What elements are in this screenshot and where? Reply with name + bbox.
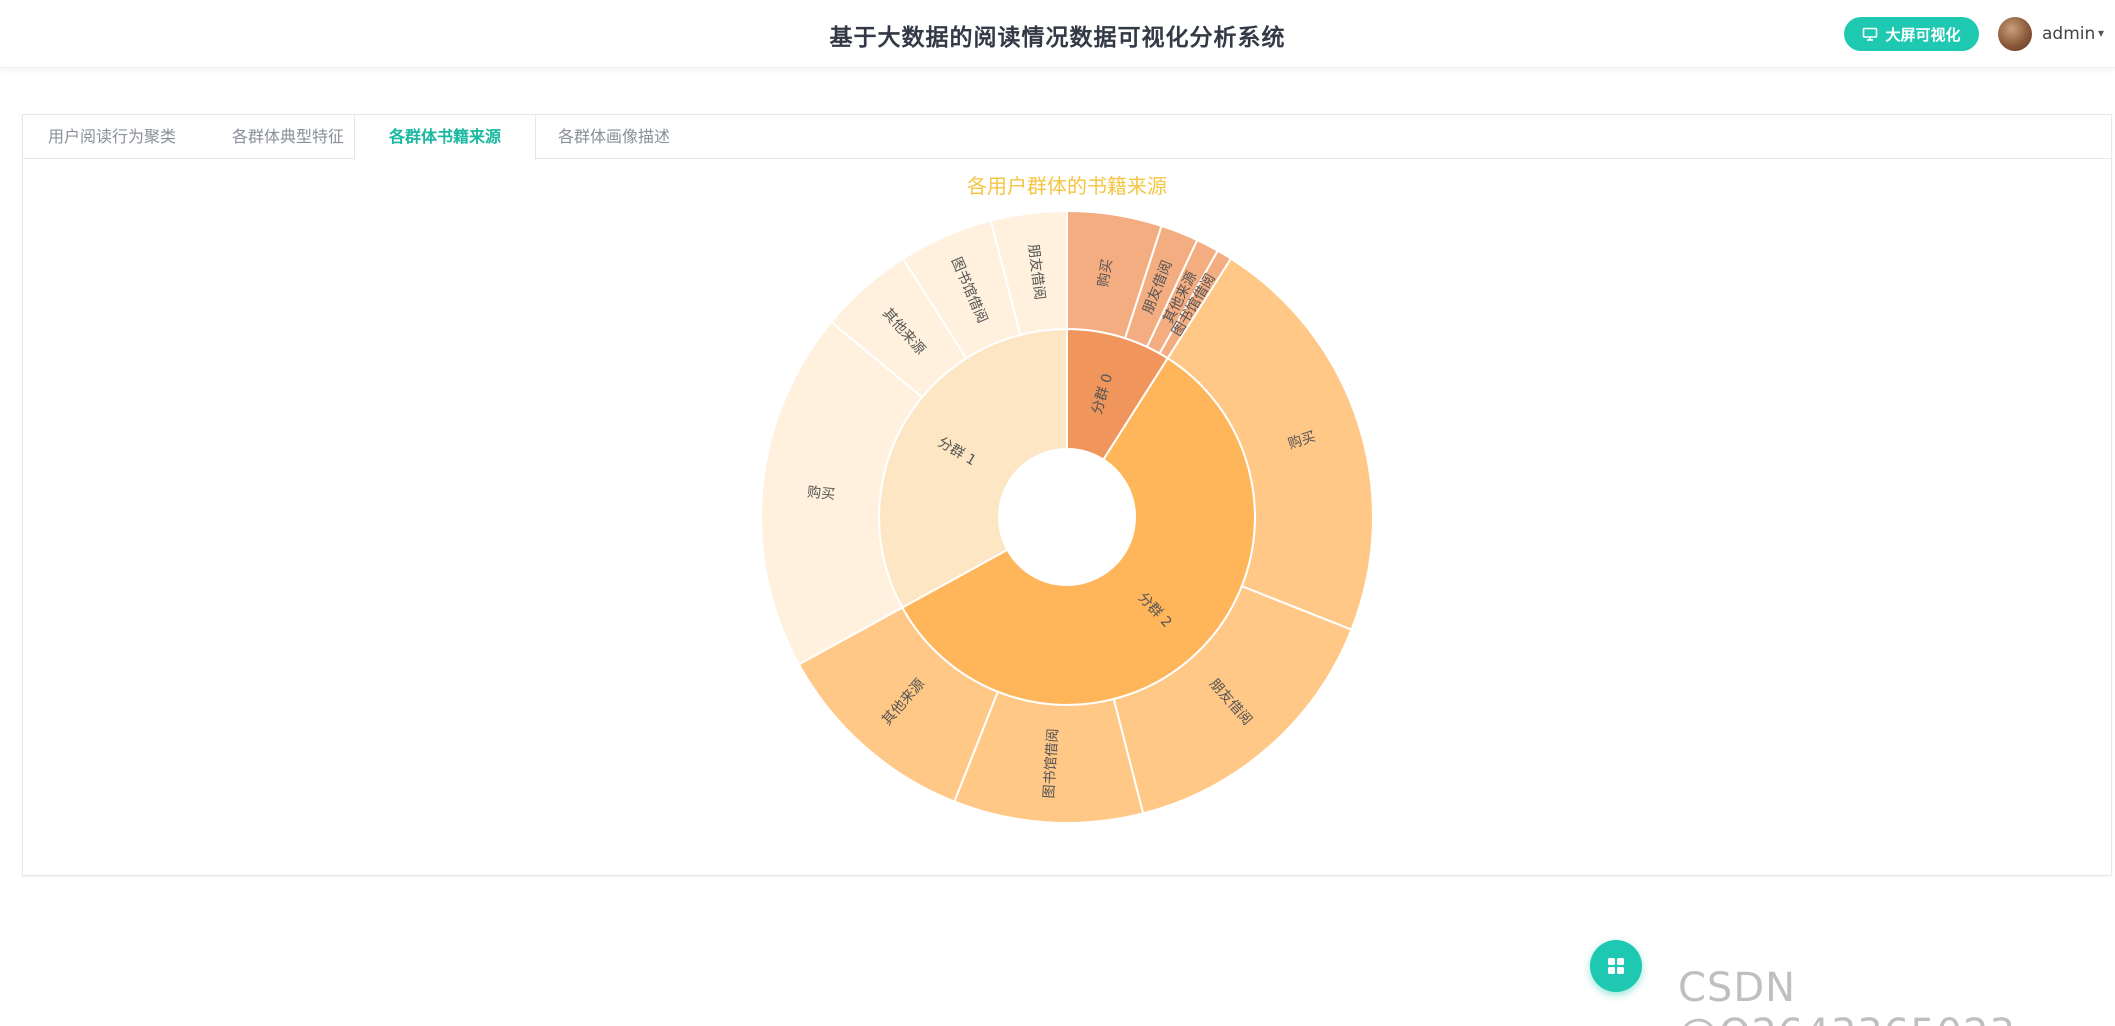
top-header: 基于大数据的阅读情况数据可视化分析系统 大屏可视化 admin ▾ bbox=[0, 0, 2115, 68]
bigscreen-button[interactable]: 大屏可视化 bbox=[1844, 17, 1979, 51]
username[interactable]: admin bbox=[2042, 24, 2095, 44]
chart-area: 各用户群体的书籍来源 分群 0 购买 朋友借阅 其他来源 图书馆借阅 分群 2 购买 朋友借阅… bbox=[23, 160, 2113, 876]
grid-menu-button[interactable] bbox=[1590, 940, 1642, 992]
source-segment-label: 购买 bbox=[806, 484, 835, 503]
chart-title: 各用户群体的书籍来源 bbox=[967, 174, 1167, 198]
tab-features[interactable]: 各群体典型特征 bbox=[201, 115, 375, 159]
grid-icon bbox=[1608, 958, 1624, 974]
bigscreen-label: 大屏可视化 bbox=[1885, 25, 1961, 44]
monitor-icon bbox=[1863, 27, 1878, 41]
avatar[interactable] bbox=[1998, 17, 2032, 51]
chevron-down-icon[interactable]: ▾ bbox=[2098, 26, 2104, 40]
tab-bar: 用户阅读行为聚类 各群体典型特征 各群体书籍来源 各群体画像描述 bbox=[23, 115, 2111, 160]
content-panel: 用户阅读行为聚类 各群体典型特征 各群体书籍来源 各群体画像描述 各用户群体的书… bbox=[22, 114, 2112, 876]
tab-clustering[interactable]: 用户阅读行为聚类 bbox=[23, 115, 201, 159]
app-title: 基于大数据的阅读情况数据可视化分析系统 bbox=[829, 25, 1286, 51]
sunburst-chart: 各用户群体的书籍来源 分群 0购买 朋友借阅其他来源图书馆借阅分群 2购买朋友借阅… bbox=[760, 174, 1374, 824]
watermark: CSDN @Q2643365023 bbox=[1678, 965, 2015, 1026]
tab-book-sources[interactable]: 各群体书籍来源 bbox=[354, 115, 536, 160]
tab-portraits[interactable]: 各群体画像描述 bbox=[536, 115, 692, 159]
